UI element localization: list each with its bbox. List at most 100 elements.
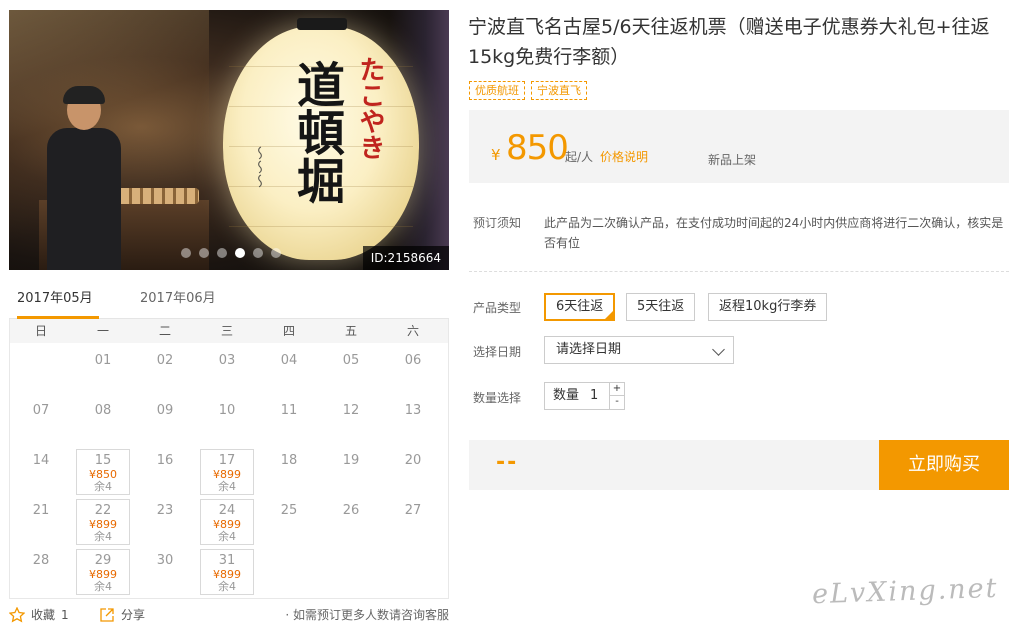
tab-month-june[interactable]: 2017年06月 — [140, 286, 222, 319]
day-number: 20 — [404, 453, 422, 468]
day-number: 15 — [94, 453, 112, 468]
day-number: 03 — [218, 353, 236, 368]
day-number: 17 — [218, 453, 236, 468]
photo-vendor — [47, 86, 121, 270]
watermark: eLvXing.net — [811, 572, 999, 611]
day-number: 18 — [280, 453, 298, 468]
calendar-day-available[interactable]: 24 ¥899 余4 — [200, 499, 254, 545]
weekday-label: 五 — [344, 324, 357, 338]
quantity-stepper: 数量 1 + - — [544, 382, 625, 410]
favorite-button[interactable]: 收藏 1 — [9, 606, 69, 623]
calendar-day: 27 — [382, 497, 444, 547]
day-number: 19 — [342, 453, 360, 468]
weekday-label: 三 — [220, 324, 233, 338]
favorite-label: 收藏 — [31, 608, 56, 622]
product-photo[interactable]: 道頓堀 たこやき 〜〜〜 ID:2158664 — [9, 10, 449, 270]
day-number: 25 — [280, 503, 298, 518]
carousel-dot[interactable] — [253, 248, 263, 258]
day-number: 30 — [156, 553, 174, 568]
image-id-badge: ID:2158664 — [362, 246, 449, 270]
day-number: 12 — [342, 403, 360, 418]
day-number: 05 — [342, 353, 360, 368]
day-number: 13 — [404, 403, 422, 418]
day-stock: 余4 — [94, 480, 112, 493]
type-option-5day[interactable]: 5天往返 — [626, 293, 696, 321]
star-icon — [9, 606, 25, 622]
buy-now-button[interactable]: 立即购买 — [879, 440, 1009, 490]
day-number: 29 — [94, 553, 112, 568]
calendar-day: 09 — [134, 397, 196, 447]
day-number: 10 — [218, 403, 236, 418]
favorite-count: 1 — [61, 607, 69, 622]
share-label: 分享 — [121, 608, 146, 622]
calendar-day: 03 — [196, 347, 258, 397]
carousel-dot[interactable] — [235, 248, 245, 258]
status-badge: 新品上架 — [708, 153, 757, 167]
share-button[interactable]: 分享 — [99, 606, 145, 623]
notice-text: 此产品为二次确认产品，在支付成功时间起的24小时内供应商将进行二次确认，核实是否… — [544, 216, 1004, 250]
day-stock: 余4 — [218, 580, 236, 593]
day-number: 26 — [342, 503, 360, 518]
type-option-baggage[interactable]: 返程10kg行李券 — [708, 293, 828, 321]
day-number: 22 — [94, 503, 112, 518]
product-tags: 优质航班 宁波直飞 — [469, 81, 587, 100]
day-number: 04 — [280, 353, 298, 368]
calendar-day: 30 — [134, 547, 196, 597]
calendar-day: 28 — [10, 547, 72, 597]
day-stock: 余4 — [218, 480, 236, 493]
carousel-dots[interactable] — [181, 248, 281, 258]
tab-month-may[interactable]: 2017年05月 — [17, 286, 99, 319]
divider — [469, 271, 1009, 272]
lantern-red-text: たこやき — [355, 56, 385, 160]
day-number: 16 — [156, 453, 174, 468]
quantity-value[interactable]: 1 — [590, 383, 598, 409]
calendar-day-available[interactable]: 22 ¥899 余4 — [76, 499, 130, 545]
calendar-day: 21 — [10, 497, 72, 547]
calendar-day-available[interactable]: 15 ¥850 余4 — [76, 449, 130, 495]
type-option-6day[interactable]: 6天往返 — [544, 293, 616, 321]
calendar-day: 06 — [382, 347, 444, 397]
share-icon — [100, 607, 114, 622]
quantity-plus-button[interactable]: + — [609, 383, 624, 396]
weekday-label: 一 — [96, 324, 109, 338]
day-number: 11 — [280, 403, 298, 418]
calendar-day-available[interactable]: 29 ¥899 余4 — [76, 549, 130, 595]
date-select[interactable]: 请选择日期 — [544, 336, 734, 364]
booking-tip: · 如需预订更多人数请咨询客服 — [285, 608, 449, 622]
day-number: 14 — [32, 453, 50, 468]
quantity-label: 数量选择 — [473, 391, 522, 405]
calendar-day: 12 — [320, 397, 382, 447]
weekday-label: 四 — [282, 324, 295, 338]
product-type-label: 产品类型 — [473, 301, 522, 315]
calendar-day-available[interactable]: 31 ¥899 余4 — [200, 549, 254, 595]
chevron-down-icon — [712, 343, 725, 356]
price-explain-link[interactable]: 价格说明 — [600, 148, 648, 165]
photo-lantern: 道頓堀 たこやき 〜〜〜 — [223, 18, 419, 260]
day-number: 09 — [156, 403, 174, 418]
lantern-main-text: 道頓堀 — [288, 60, 344, 204]
purchase-bar: -- 立即购买 — [469, 440, 1009, 490]
carousel-dot[interactable] — [217, 248, 227, 258]
quantity-minus-button[interactable]: - — [609, 396, 624, 409]
calendar-day: 05 — [320, 347, 382, 397]
day-number: 07 — [32, 403, 50, 418]
day-number: 27 — [404, 503, 422, 518]
carousel-dot[interactable] — [271, 248, 281, 258]
day-number: 21 — [32, 503, 50, 518]
calendar-day-available[interactable]: 17 ¥899 余4 — [200, 449, 254, 495]
calendar-month-tabs: 2017年05月 2017年06月 — [9, 286, 449, 319]
calendar-day: 04 — [258, 347, 320, 397]
weekday-label: 二 — [158, 324, 171, 338]
carousel-dot[interactable] — [181, 248, 191, 258]
total-price: -- — [496, 450, 519, 475]
calendar-day: 18 — [258, 447, 320, 497]
calendar-day: 26 — [320, 497, 382, 547]
date-label: 选择日期 — [473, 345, 522, 359]
day-number: 23 — [156, 503, 174, 518]
calendar-weekday-header: 日一二三四五六 — [10, 319, 448, 343]
carousel-dot[interactable] — [199, 248, 209, 258]
calendar-day: 11 — [258, 397, 320, 447]
day-stock: 余4 — [94, 530, 112, 543]
calendar-day: 07 — [10, 397, 72, 447]
date-select-value: 请选择日期 — [556, 342, 622, 357]
